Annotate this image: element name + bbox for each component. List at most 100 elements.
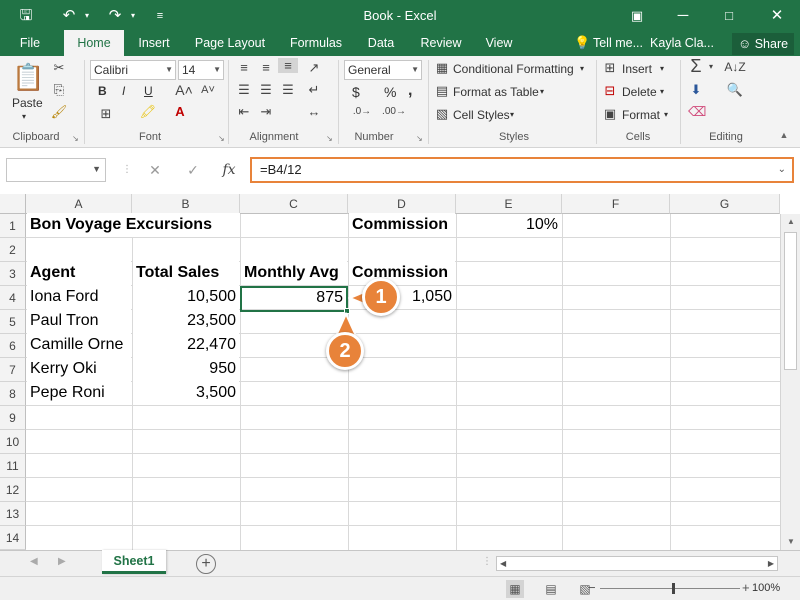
format-as-table-button[interactable]: Format as Table — [453, 85, 539, 99]
column-header[interactable]: F — [562, 194, 670, 214]
row-header[interactable]: 2 — [0, 238, 26, 262]
cell-b3[interactable]: Total Sales — [133, 261, 239, 285]
row-header[interactable]: 12 — [0, 478, 26, 502]
font-color-icon[interactable]: A — [170, 104, 190, 119]
align-right-icon[interactable]: ☰ — [278, 82, 298, 98]
sort-filter-icon[interactable]: A↓Z — [722, 60, 748, 74]
column-header[interactable]: B — [132, 194, 240, 214]
page-layout-view-icon[interactable]: ▤ — [542, 580, 560, 598]
maximize-icon[interactable]: □ — [718, 0, 740, 32]
confirm-entry-icon[interactable]: ✓ — [180, 158, 206, 182]
paste-button[interactable]: Paste — [12, 96, 43, 110]
cell-a6[interactable]: Camille Orne — [27, 333, 131, 357]
column-header[interactable]: A — [26, 194, 132, 214]
find-select-icon[interactable]: 🔍 — [722, 82, 748, 98]
clear-icon[interactable]: ⌫ — [688, 104, 706, 120]
decrease-decimal-icon[interactable]: .00→ — [382, 106, 406, 117]
chevron-down-icon[interactable]: ▾ — [664, 110, 668, 119]
ribbon-display-icon[interactable]: ▣ — [626, 0, 648, 32]
row-header[interactable]: 1 — [0, 214, 26, 238]
middle-align-icon[interactable]: ≡ — [256, 60, 276, 75]
cell-e1[interactable]: 10% — [457, 213, 561, 237]
redo-icon[interactable]: ↷ — [104, 0, 126, 32]
tab-review[interactable]: Review — [414, 32, 468, 56]
alignment-launcher-icon[interactable]: ↘ — [326, 134, 333, 143]
tab-view[interactable]: View — [480, 32, 518, 56]
chevron-down-icon[interactable]: ▾ — [540, 87, 544, 96]
cell-b4[interactable]: 10,500 — [133, 285, 239, 309]
cell-a8[interactable]: Pepe Roni — [27, 381, 131, 405]
zoom-level[interactable]: 100% — [752, 582, 780, 594]
tell-me-box[interactable]: Tell me... — [590, 32, 646, 56]
column-header[interactable]: D — [348, 194, 456, 214]
close-icon[interactable]: ✕ — [766, 0, 788, 32]
row-header[interactable]: 10 — [0, 430, 26, 454]
font-launcher-icon[interactable]: ↘ — [218, 134, 225, 143]
sheet-prev-icon[interactable]: ◀ — [30, 556, 38, 567]
horizontal-scrollbar[interactable]: ◀ ▶ — [496, 556, 778, 571]
select-all-corner[interactable] — [0, 194, 26, 214]
scroll-up-icon[interactable]: ▲ — [781, 214, 800, 230]
currency-button[interactable]: $ — [352, 84, 360, 100]
cell-a4[interactable]: Iona Ford — [27, 285, 131, 309]
cell-a3[interactable]: Agent — [27, 261, 131, 285]
scroll-left-icon[interactable]: ◀ — [500, 557, 506, 571]
normal-view-icon[interactable]: ▦ — [506, 580, 524, 598]
row-header[interactable]: 6 — [0, 334, 26, 358]
scroll-down-icon[interactable]: ▼ — [781, 534, 800, 550]
tab-home[interactable]: Home — [64, 30, 124, 56]
italic-button[interactable]: I — [122, 84, 125, 98]
top-align-icon[interactable]: ≡ — [234, 60, 254, 75]
underline-button[interactable]: U — [144, 84, 153, 98]
row-header[interactable]: 3 — [0, 262, 26, 286]
font-name-combo[interactable]: Calibri ▼ — [90, 60, 176, 80]
tab-file[interactable]: File — [10, 32, 50, 56]
bottom-align-icon[interactable]: ≡ — [278, 58, 298, 73]
borders-icon[interactable]: ⊞ — [96, 106, 116, 122]
user-name[interactable]: Kayla Cla... — [648, 32, 716, 56]
column-header[interactable]: E — [456, 194, 562, 214]
conditional-formatting-button[interactable]: Conditional Formatting — [453, 62, 574, 76]
cell-a5[interactable]: Paul Tron — [27, 309, 131, 333]
tab-insert[interactable]: Insert — [132, 32, 176, 56]
zoom-in-icon[interactable]: + — [742, 580, 750, 595]
save-icon[interactable]: 🖫 — [14, 0, 38, 32]
clipboard-launcher-icon[interactable]: ↘ — [72, 134, 79, 143]
wrap-text-icon[interactable]: ↵ — [304, 82, 324, 98]
customize-toolbar-icon[interactable]: ≡ — [152, 0, 168, 32]
share-button[interactable]: ☺ Share — [732, 33, 794, 55]
sheet-next-icon[interactable]: ▶ — [58, 556, 66, 567]
number-format-combo[interactable]: General ▼ — [344, 60, 422, 80]
increase-decimal-icon[interactable]: .0→ — [350, 106, 374, 117]
merge-center-icon[interactable]: ↔ — [304, 104, 324, 119]
tab-formulas[interactable]: Formulas — [284, 32, 348, 56]
cell-b6[interactable]: 22,470 — [133, 333, 239, 357]
number-launcher-icon[interactable]: ↘ — [416, 134, 423, 143]
fill-color-icon[interactable]: 🖍 — [138, 104, 158, 120]
comma-button[interactable]: , — [408, 82, 412, 100]
chevron-down-icon[interactable]: ▾ — [660, 64, 664, 73]
add-sheet-icon[interactable]: + — [196, 554, 216, 574]
chevron-down-icon[interactable]: ▾ — [660, 87, 664, 96]
paste-dropdown-icon[interactable]: ▾ — [22, 112, 26, 121]
font-size-combo[interactable]: 14 ▼ — [178, 60, 224, 80]
increase-font-icon[interactable]: A˄ — [174, 82, 194, 98]
zoom-slider-thumb[interactable] — [672, 583, 675, 594]
scroll-right-icon[interactable]: ▶ — [768, 557, 774, 571]
zoom-slider[interactable] — [600, 588, 740, 589]
insert-cells-button[interactable]: Insert — [622, 62, 652, 76]
row-header[interactable]: 9 — [0, 406, 26, 430]
row-header[interactable]: 8 — [0, 382, 26, 406]
zoom-out-icon[interactable]: − — [588, 580, 596, 595]
column-header[interactable]: C — [240, 194, 348, 214]
sheet-tab-sheet1[interactable]: Sheet1 — [102, 550, 166, 574]
increase-indent-icon[interactable]: ⇥ — [256, 104, 276, 120]
cut-icon[interactable]: ✂ — [50, 60, 68, 76]
row-header[interactable]: 14 — [0, 526, 26, 550]
name-box[interactable]: ▼ — [6, 158, 106, 182]
column-header[interactable]: G — [670, 194, 780, 214]
cell-a1[interactable]: Bon Voyage Excursions — [27, 213, 240, 237]
orientation-icon[interactable]: ↗ — [304, 60, 324, 76]
align-center-icon[interactable]: ☰ — [256, 82, 276, 98]
undo-dropdown-icon[interactable]: ▾ — [80, 0, 94, 32]
